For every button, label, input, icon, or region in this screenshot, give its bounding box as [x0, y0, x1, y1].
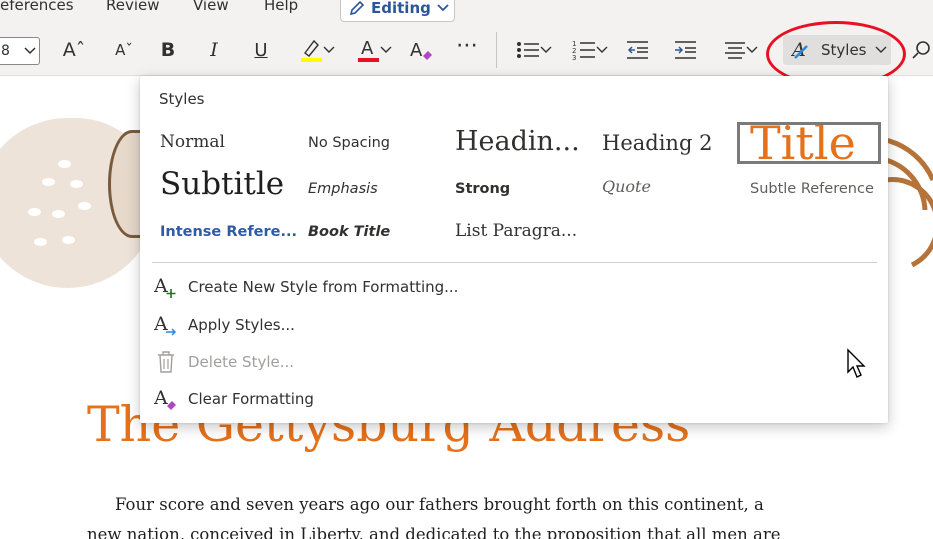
- shrink-font-button[interactable]: Aˇ: [112, 37, 136, 63]
- style-normal[interactable]: Normal: [160, 132, 225, 152]
- style-emphasis[interactable]: Emphasis: [308, 181, 378, 197]
- delete-style-command[interactable]: Delete Style...: [154, 347, 554, 377]
- clear-formatting-command[interactable]: A Clear Formatting: [154, 384, 554, 414]
- align-center-icon: [725, 42, 745, 59]
- svg-text:A: A: [361, 38, 374, 59]
- font-color-button[interactable]: A: [352, 37, 396, 63]
- style-quote[interactable]: Quote: [602, 177, 651, 196]
- chevron-down-icon: [323, 46, 335, 53]
- clear-formatting-icon: A: [154, 387, 176, 410]
- font-size-value: 8: [1, 43, 10, 59]
- grow-font-button[interactable]: Aˆ: [62, 37, 86, 63]
- bullet-list-icon: [517, 42, 539, 58]
- decorative-dot: [52, 210, 65, 218]
- paragraph-line[interactable]: Four score and seven years ago our fathe…: [87, 490, 827, 520]
- create-style-icon: A: [154, 275, 176, 298]
- delete-style-label: Delete Style...: [188, 353, 295, 371]
- chevron-down-icon: [380, 46, 392, 53]
- editing-label: Editing: [371, 0, 431, 17]
- styles-dropdown: Styles Normal No Spacing Headin... Headi…: [140, 76, 888, 423]
- chevron-down-icon: [540, 46, 552, 53]
- document-paragraph[interactable]: Four score and seven years ago our fathe…: [87, 490, 827, 539]
- italic-icon: I: [210, 39, 218, 61]
- decorative-dot: [58, 160, 71, 168]
- tab-help[interactable]: Help: [264, 0, 298, 14]
- svg-text:A: A: [410, 40, 423, 61]
- decrease-indent-icon: [627, 41, 648, 59]
- style-heading-2[interactable]: Heading 2: [602, 131, 712, 155]
- style-no-spacing[interactable]: No Spacing: [308, 135, 390, 151]
- svg-text:A: A: [154, 275, 168, 297]
- mouse-pointer-icon: [847, 348, 866, 378]
- decorative-dot: [70, 180, 83, 188]
- trash-icon: [158, 351, 174, 373]
- chevron-down-icon: [24, 47, 36, 55]
- align-button[interactable]: [719, 37, 763, 63]
- apply-styles-command[interactable]: A Apply Styles...: [154, 310, 554, 340]
- clear-formatting-button[interactable]: A: [408, 37, 434, 63]
- chevron-down-icon: [596, 46, 608, 53]
- apply-styles-label: Apply Styles...: [188, 316, 295, 334]
- tab-review[interactable]: Review: [106, 0, 160, 14]
- editing-mode-button[interactable]: Editing: [340, 0, 455, 22]
- decorative-dot: [78, 202, 91, 210]
- svg-text:3: 3: [572, 54, 576, 61]
- highlight-button[interactable]: [295, 37, 339, 63]
- bold-button[interactable]: B: [157, 37, 179, 63]
- style-strong[interactable]: Strong: [455, 181, 510, 197]
- ellipsis-icon: ⋯: [456, 32, 478, 58]
- clear-formatting-icon: A: [410, 40, 432, 61]
- svg-text:A: A: [154, 387, 168, 409]
- underline-icon: U: [254, 39, 268, 61]
- chevron-down-icon: [746, 46, 758, 53]
- style-intense-reference[interactable]: Intense Refere...: [160, 224, 297, 240]
- search-button[interactable]: [910, 37, 932, 63]
- font-color-icon: A: [358, 38, 379, 62]
- style-list-paragraph[interactable]: List Paragra...: [455, 221, 577, 241]
- italic-button[interactable]: I: [203, 37, 225, 63]
- tab-view[interactable]: View: [193, 0, 229, 14]
- style-heading-1[interactable]: Headin...: [455, 126, 580, 157]
- dropdown-divider: [152, 262, 877, 263]
- underline-button[interactable]: U: [250, 37, 272, 63]
- more-options-button[interactable]: ⋯: [455, 32, 479, 58]
- style-book-title[interactable]: Book Title: [308, 224, 390, 240]
- search-icon: [912, 41, 930, 59]
- paragraph-line[interactable]: new nation, conceived in Liberty, and de…: [87, 520, 827, 539]
- apply-styles-icon: A: [154, 313, 176, 336]
- style-subtitle[interactable]: Subtitle: [160, 166, 284, 202]
- decorative-dot: [62, 236, 75, 244]
- chevron-down-icon: [437, 3, 449, 11]
- numbering-button[interactable]: 1 2 3: [568, 37, 612, 63]
- numbered-list-icon: 1 2 3: [572, 40, 595, 61]
- toolbar-separator: [496, 32, 497, 68]
- decrease-indent-button[interactable]: [624, 37, 650, 63]
- ribbon-tabs: eferences Review View Help Editing: [0, 0, 933, 24]
- decorative-dot: [42, 178, 55, 186]
- increase-indent-icon: [675, 41, 696, 59]
- svg-text:A: A: [154, 313, 168, 335]
- font-size-select[interactable]: 8: [0, 37, 40, 65]
- bold-icon: B: [160, 39, 176, 61]
- create-style-label: Create New Style from Formatting...: [188, 278, 459, 296]
- decorative-dot: [28, 208, 41, 216]
- bullets-button[interactable]: [512, 37, 556, 63]
- styles-panel-header: Styles: [159, 90, 205, 108]
- create-new-style-command[interactable]: A Create New Style from Formatting...: [154, 272, 554, 302]
- style-subtle-reference[interactable]: Subtle Reference: [750, 181, 874, 197]
- tab-references[interactable]: eferences: [0, 0, 74, 14]
- highlighter-icon: [301, 39, 322, 62]
- grow-font-icon: Aˆ: [62, 39, 86, 61]
- decorative-dot: [34, 238, 47, 246]
- shrink-font-icon: Aˇ: [115, 41, 133, 59]
- increase-indent-button[interactable]: [672, 37, 698, 63]
- clear-formatting-label: Clear Formatting: [188, 390, 314, 408]
- style-title[interactable]: Title: [737, 122, 881, 164]
- pencil-icon: [349, 0, 365, 15]
